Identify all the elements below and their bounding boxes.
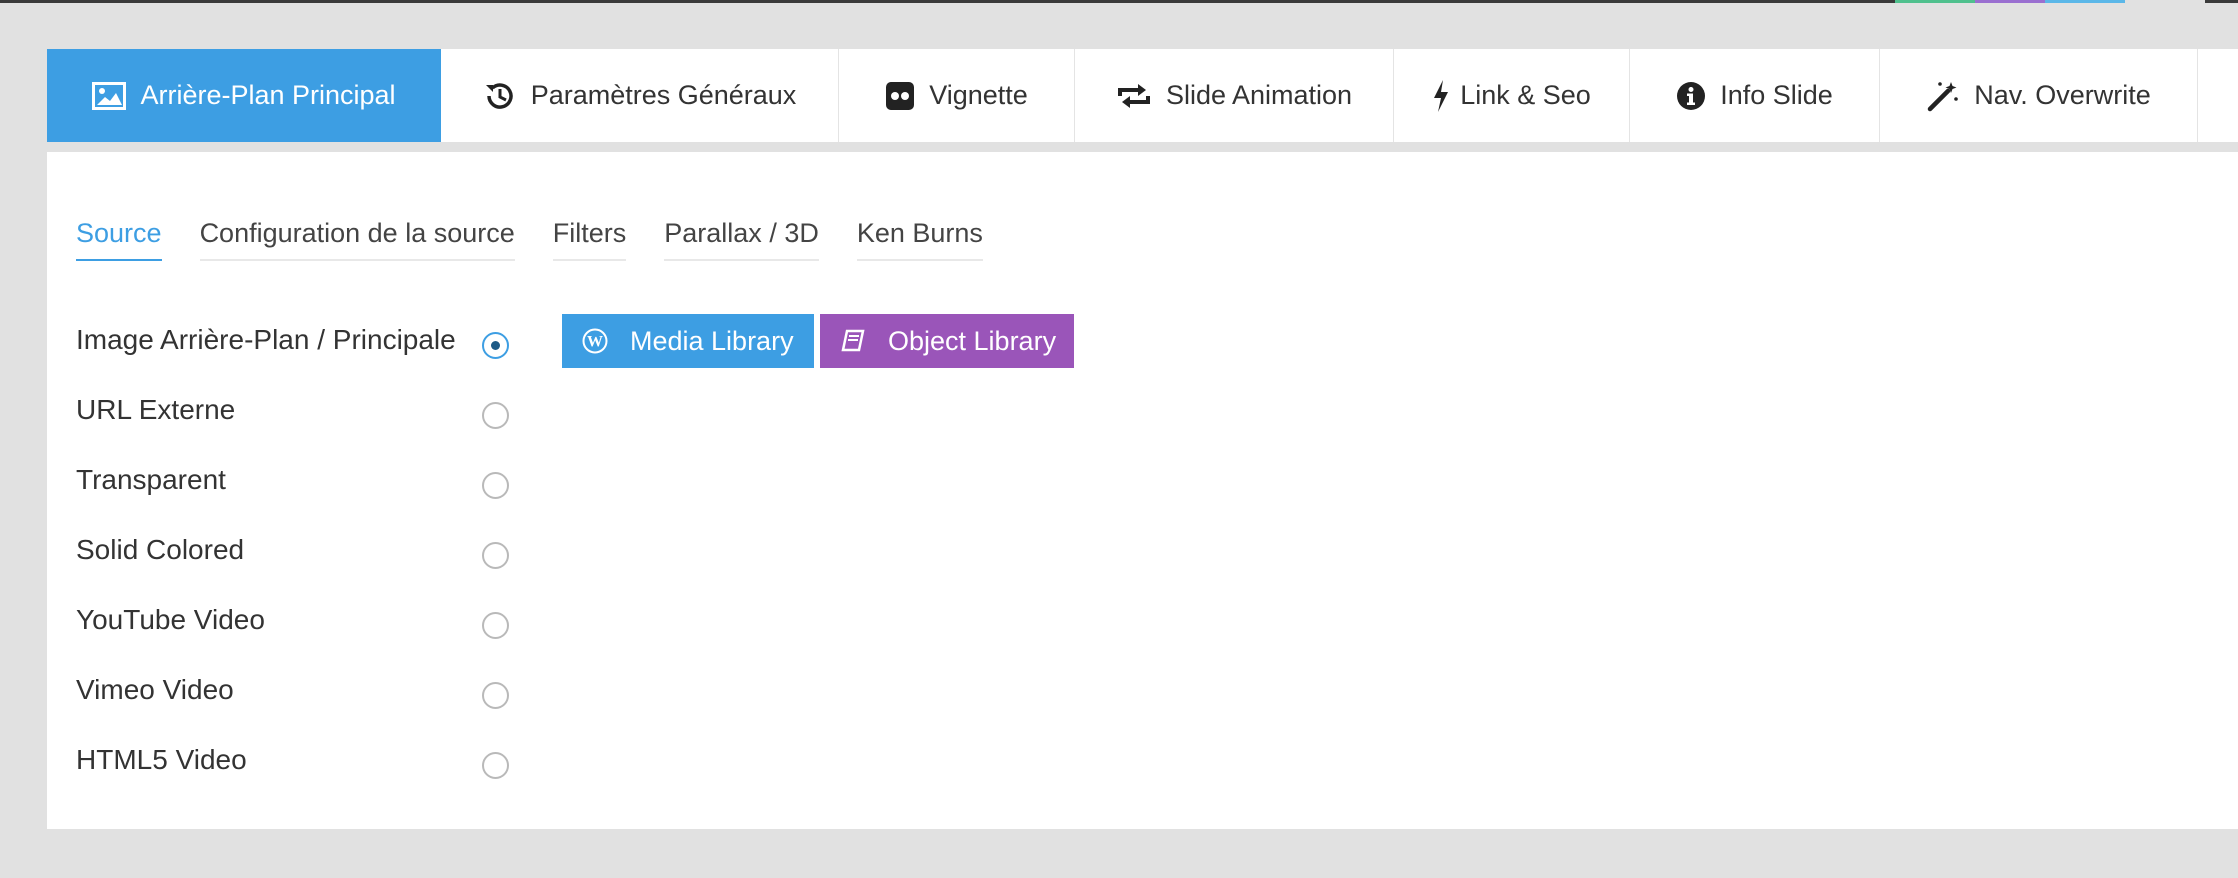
- tab-label: Vignette: [929, 80, 1028, 110]
- object-library-button[interactable]: Object Library: [820, 314, 1074, 368]
- radio-transparent[interactable]: [482, 472, 509, 499]
- subtab-source[interactable]: Source: [76, 218, 162, 261]
- option-label: Solid Colored: [76, 534, 245, 565]
- subtab-configuration-source[interactable]: Configuration de la source: [199, 218, 515, 261]
- bolt-icon: [1432, 79, 1450, 113]
- tab-separator: [47, 142, 2238, 152]
- option-vimeo-video: Vimeo Video: [76, 672, 566, 742]
- option-label: Transparent: [76, 464, 226, 495]
- tab-label: Slide Animation: [1165, 80, 1353, 110]
- tab-label: Nav. Overwrite: [1974, 80, 2151, 110]
- option-label: YouTube Video: [76, 604, 265, 635]
- sub-tab-bar: Source Configuration de la source Filter…: [76, 218, 1021, 261]
- history-icon: [483, 79, 517, 113]
- tab-nav-overwrite[interactable]: Nav. Overwrite: [1880, 49, 2198, 142]
- magic-wand-icon: [1926, 79, 1960, 113]
- option-label: Image Arrière-Plan / Principale: [76, 324, 456, 355]
- option-youtube-video: YouTube Video: [76, 602, 566, 672]
- tab-slide-animation[interactable]: Slide Animation: [1075, 49, 1394, 142]
- tab-label: Link & Seo: [1460, 80, 1591, 110]
- option-solid-colored: Solid Colored: [76, 532, 566, 602]
- radio-url-externe[interactable]: [482, 402, 509, 429]
- tab-parametres-generaux[interactable]: Paramètres Généraux: [441, 49, 839, 142]
- info-icon: [1676, 81, 1706, 111]
- radio-html5-video[interactable]: [482, 752, 509, 779]
- tab-arriere-plan-principal[interactable]: Arrière-Plan Principal: [47, 49, 441, 142]
- svg-text:W: W: [587, 334, 603, 351]
- radio-vimeo-video[interactable]: [482, 682, 509, 709]
- tab-info-slide[interactable]: Info Slide: [1630, 49, 1880, 142]
- radio-image-arriere-plan[interactable]: [482, 332, 509, 359]
- option-image-arriere-plan: Image Arrière-Plan / Principale: [76, 322, 566, 392]
- wordpress-icon: W: [582, 328, 608, 354]
- source-options: Image Arrière-Plan / Principale URL Exte…: [76, 322, 566, 812]
- image-icon: [92, 81, 127, 110]
- option-label: HTML5 Video: [76, 744, 247, 775]
- option-transparent: Transparent: [76, 462, 566, 532]
- main-tab-bar: Arrière-Plan Principal Paramètres Généra…: [47, 49, 2238, 143]
- radio-youtube-video[interactable]: [482, 612, 509, 639]
- option-url-externe: URL Externe: [76, 392, 566, 462]
- loop-icon: [1116, 82, 1152, 110]
- background-settings-panel: Source Configuration de la source Filter…: [47, 152, 2238, 829]
- tab-vignette[interactable]: Vignette: [839, 49, 1075, 142]
- tab-label: Paramètres Généraux: [530, 80, 797, 110]
- subtab-parallax-3d[interactable]: Parallax / 3D: [664, 218, 819, 261]
- subtab-ken-burns[interactable]: Ken Burns: [856, 218, 983, 261]
- option-label: Vimeo Video: [76, 674, 234, 705]
- flickr-icon: [885, 81, 915, 111]
- option-html5-video: HTML5 Video: [76, 742, 566, 812]
- tab-link-seo[interactable]: Link & Seo: [1394, 49, 1630, 142]
- book-icon: [840, 328, 866, 354]
- tab-label: Info Slide: [1720, 80, 1833, 110]
- tab-label: Arrière-Plan Principal: [140, 80, 396, 110]
- media-library-button[interactable]: W Media Library: [562, 314, 814, 368]
- option-label: URL Externe: [76, 394, 236, 425]
- top-progress-line: [0, 0, 2238, 3]
- subtab-filters[interactable]: Filters: [552, 218, 627, 261]
- media-library-label: Media Library: [630, 325, 794, 356]
- radio-solid-colored[interactable]: [482, 542, 509, 569]
- object-library-label: Object Library: [888, 325, 1057, 356]
